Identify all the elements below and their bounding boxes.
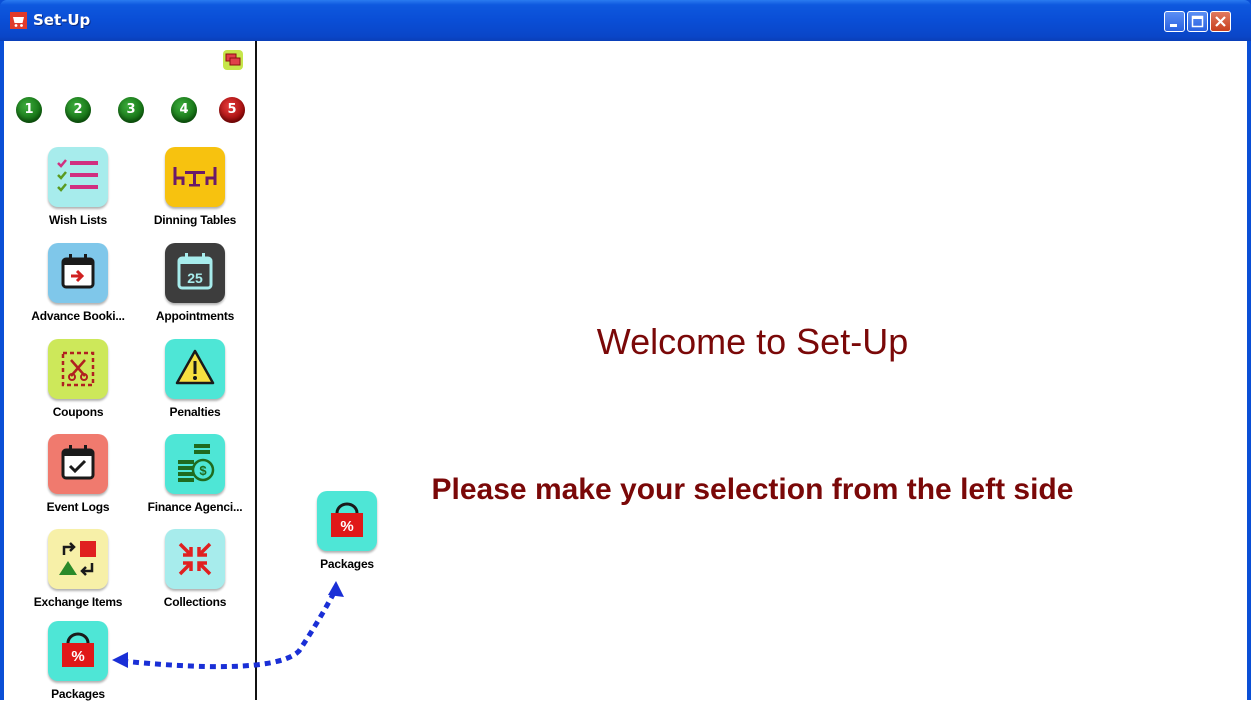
page-5-button[interactable]: 5 (219, 97, 245, 123)
sidebar-item-advance-booking[interactable]: Advance Booki... (18, 243, 138, 333)
sidebar-item-label: Appointments (155, 309, 235, 323)
close-icon (1215, 16, 1226, 27)
money-stack-icon: $ (165, 434, 225, 494)
calendar-check-icon (48, 434, 108, 494)
maximize-button[interactable] (1187, 11, 1208, 32)
calendar-25-icon: 25 (165, 243, 225, 303)
sidebar-item-label: Finance Agenci... (147, 500, 243, 514)
minimize-button[interactable] (1164, 11, 1185, 32)
sidebar-item-wish-lists[interactable]: Wish Lists (18, 147, 138, 237)
close-button[interactable] (1210, 11, 1231, 32)
sidebar-item-label: Advance Booki... (31, 309, 125, 323)
exchange-shapes-icon (48, 529, 108, 589)
warning-icon (165, 339, 225, 399)
maximize-icon (1191, 15, 1204, 28)
percent-bag-icon: % (317, 491, 377, 551)
sidebar-item-appointments[interactable]: 25 Appointments (135, 243, 255, 333)
sidebar-item-label: Dinning Tables (153, 213, 237, 227)
svg-text:%: % (71, 648, 84, 665)
svg-text:%: % (340, 518, 353, 535)
sidebar-item-label: Packages (51, 687, 105, 701)
percent-bag-icon: % (48, 621, 108, 681)
svg-text:$: $ (199, 463, 207, 478)
sidebar-item-event-logs[interactable]: Event Logs (18, 434, 138, 524)
window-client-area: 1 2 3 4 5 Wish Lists Dinning Tables Adva… (4, 41, 1247, 701)
svg-text:25: 25 (187, 270, 203, 286)
overlap-windows-icon (225, 53, 241, 66)
sidebar-item-finance-agencies[interactable]: $ Finance Agenci... (135, 434, 255, 524)
sidebar-item-dinning-tables[interactable]: Dinning Tables (135, 147, 255, 237)
window-title: Set-Up (33, 11, 91, 29)
sidebar-item-label: Penalties (169, 405, 221, 419)
minimize-icon (1170, 24, 1177, 27)
page-3-button[interactable]: 3 (118, 97, 144, 123)
title-bar[interactable]: Set-Up (0, 0, 1251, 41)
setup-window: Set-Up 1 2 3 4 5 Wish Lists Dinning Tabl… (0, 0, 1251, 701)
checklist-icon (48, 147, 108, 207)
drag-arrow-icon (112, 581, 344, 670)
welcome-heading: Welcome to Set-Up (596, 321, 909, 362)
page-1-button[interactable]: 1 (16, 97, 42, 123)
sidebar-item-label: Wish Lists (49, 213, 107, 227)
dining-table-icon (165, 147, 225, 207)
page-2-button[interactable]: 2 (65, 97, 91, 123)
sidebar-item-penalties[interactable]: Penalties (135, 339, 255, 429)
calendar-arrow-icon (48, 243, 108, 303)
coupon-scissors-icon (48, 339, 108, 399)
page-4-button[interactable]: 4 (171, 97, 197, 123)
shopping-cart-icon (10, 12, 27, 29)
sidebar-item-label: Event Logs (46, 500, 110, 514)
collapse-panel-button[interactable] (223, 50, 243, 70)
sidebar-item-coupons[interactable]: Coupons (18, 339, 138, 429)
sidebar-item-label: Coupons (52, 405, 104, 419)
